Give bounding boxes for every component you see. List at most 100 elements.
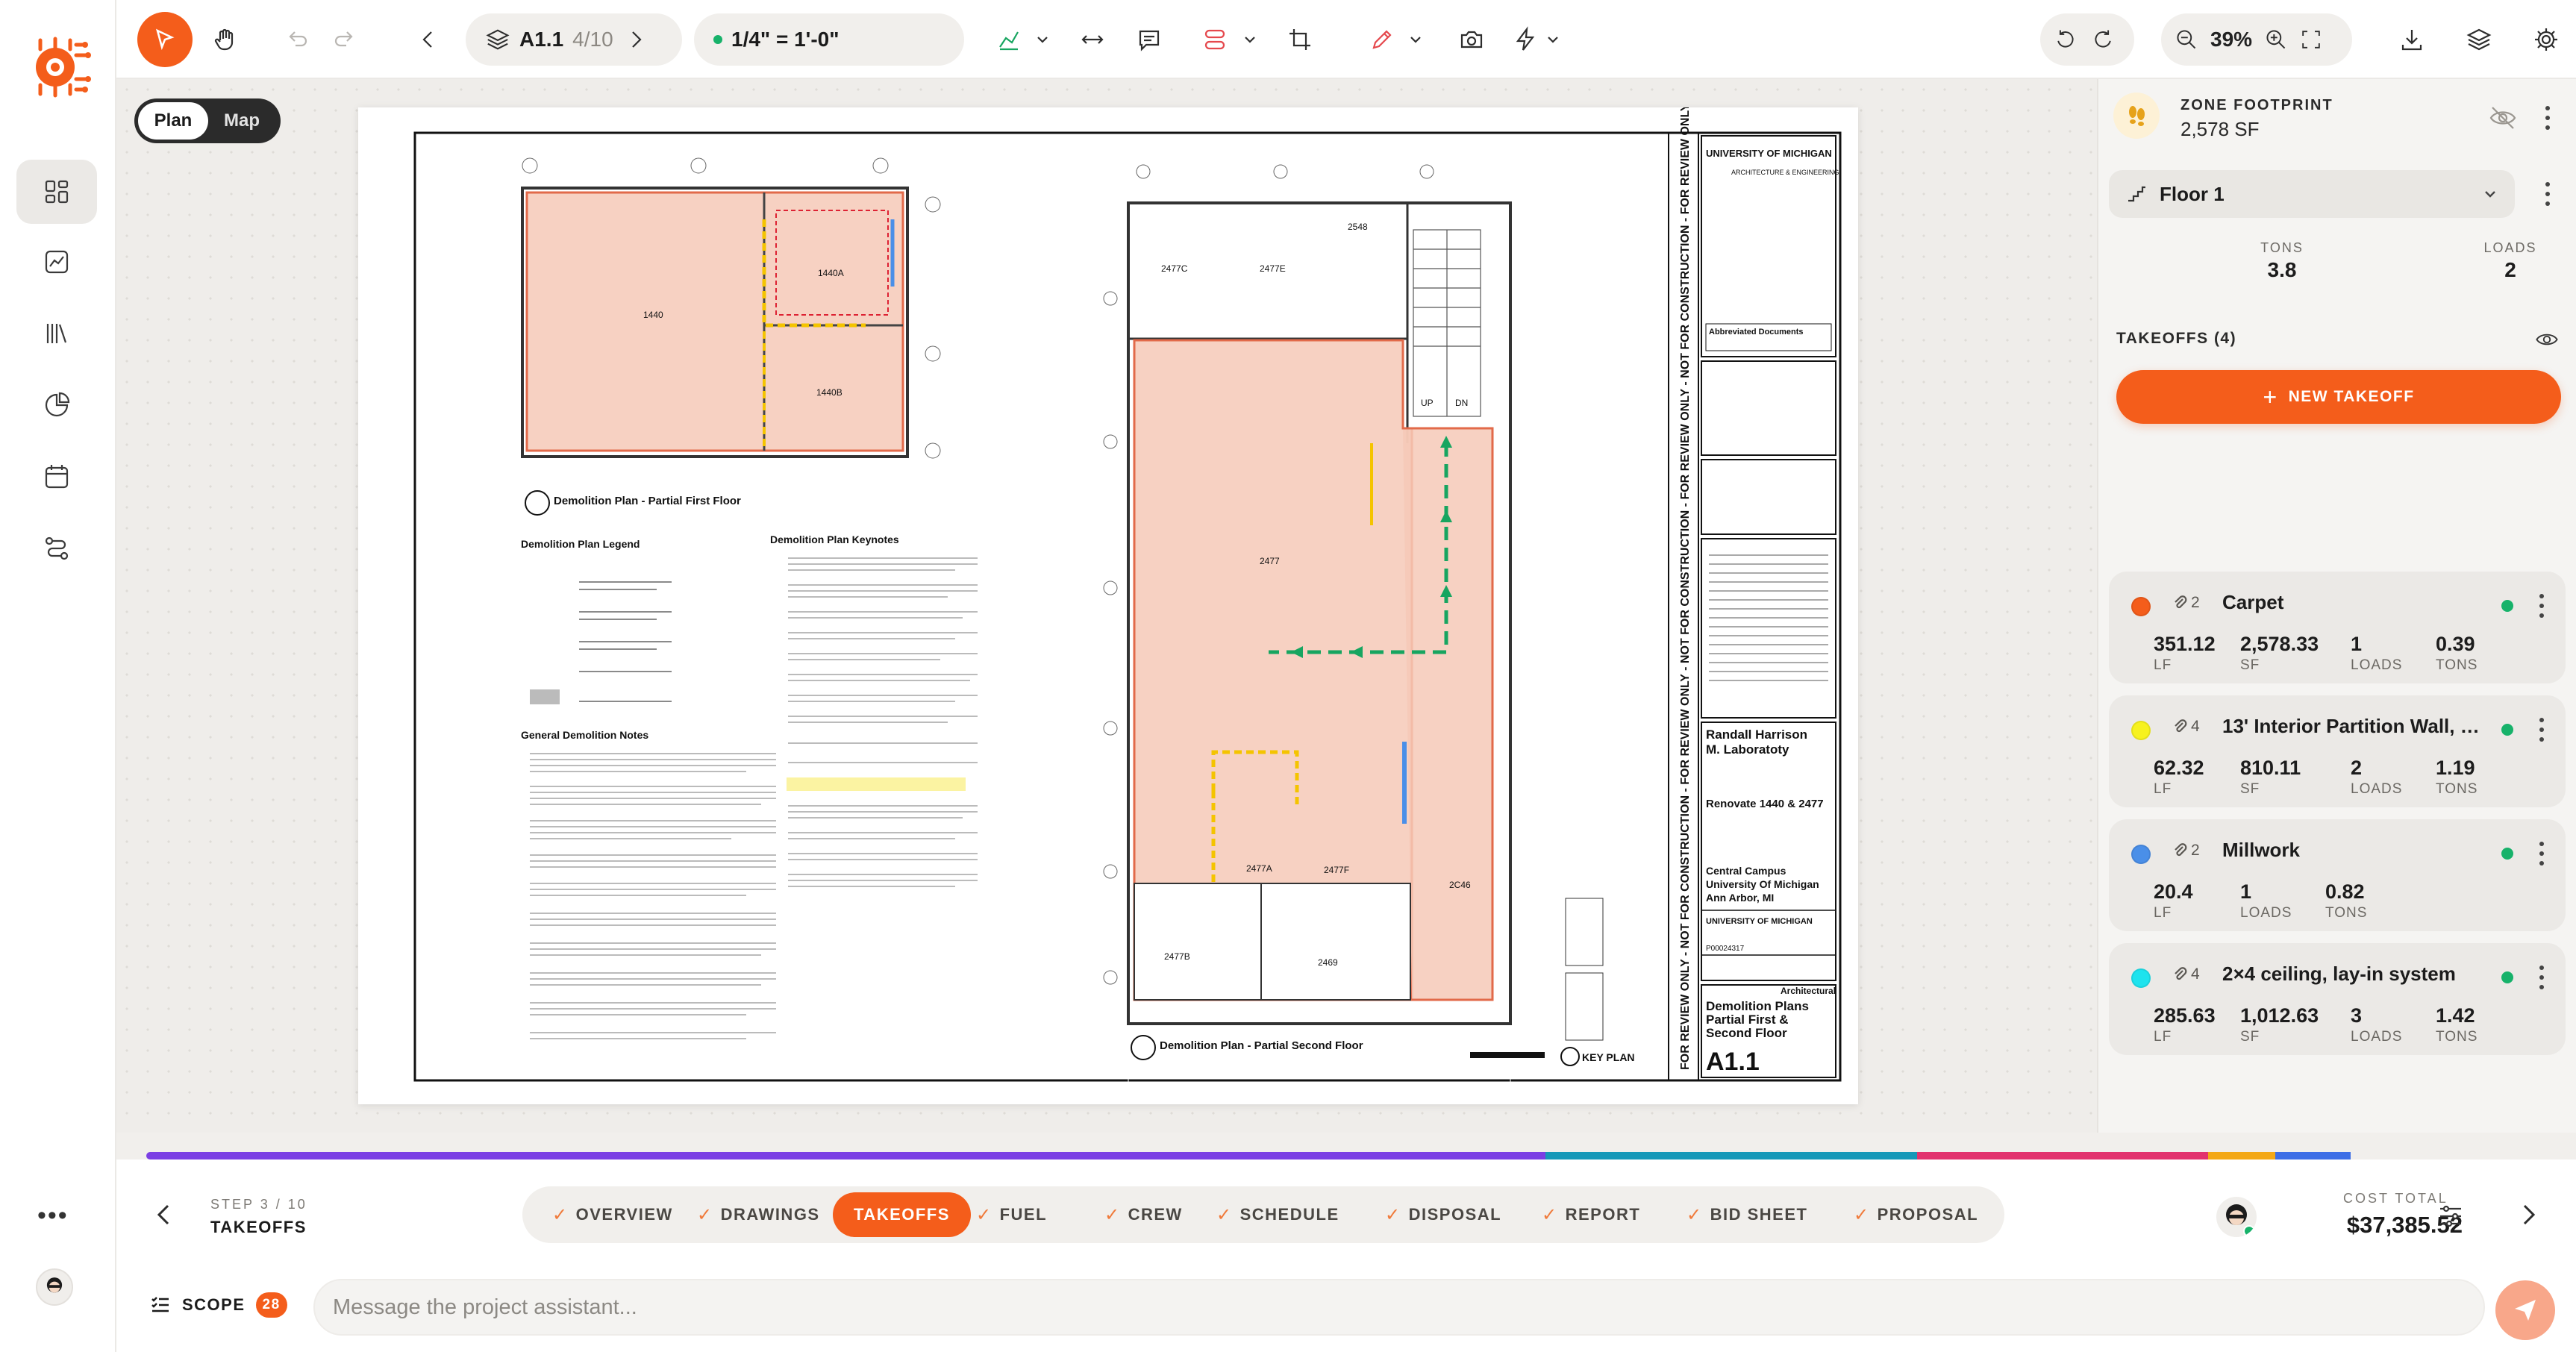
takeoff-metric: 3 LOADS (2351, 1004, 2402, 1045)
check-icon: ✓ (1104, 1204, 1121, 1225)
next-sheet-button[interactable] (621, 16, 651, 63)
send-message-button[interactable] (2495, 1280, 2555, 1340)
step-tab-disposal[interactable]: ✓ DISPOSAL (1385, 1192, 1501, 1237)
carpet-zone-first[interactable] (527, 193, 903, 451)
zoom-in-icon[interactable] (2264, 28, 2288, 51)
step-tab-crew[interactable]: ✓ CREW (1104, 1192, 1183, 1237)
layers-button[interactable] (2460, 16, 2498, 63)
zone-menu-button[interactable] (2543, 103, 2552, 133)
nav-dashboard[interactable] (16, 160, 97, 224)
measure-tool-button[interactable] (990, 16, 1028, 63)
nav-calendar[interactable] (16, 445, 97, 509)
fit-screen-icon[interactable] (2300, 28, 2322, 51)
dimension-tool-button[interactable] (1073, 16, 1112, 63)
renovate-label: Renovate 1440 & 2477 (1706, 798, 1824, 810)
nav-library[interactable] (16, 301, 97, 366)
takeoff-card[interactable]: 4 13' Interior Partition Wall, M... 62.32 L… (2109, 695, 2566, 807)
step-tab-drawings[interactable]: ✓ DRAWINGS (697, 1192, 820, 1237)
pan-tool-button[interactable] (204, 16, 246, 63)
drawing-sheet[interactable]: FOR REVIEW ONLY - NOT FOR CONSTRUCTION -… (358, 0, 1858, 1104)
step-tab-fuel[interactable]: ✓ FUEL (976, 1192, 1047, 1237)
crop-tool-button[interactable] (1281, 16, 1319, 63)
nav-reports[interactable] (16, 373, 97, 437)
link-tool-button[interactable] (1195, 16, 1234, 63)
metric-unit: SF (2240, 657, 2260, 673)
takeoff-attachments: 2 (2172, 594, 2200, 612)
toggle-takeoffs-visibility[interactable] (2534, 327, 2560, 352)
arrows-horizontal-icon (1081, 35, 1104, 44)
takeoff-menu-button[interactable] (2537, 715, 2546, 745)
comment-tool-button[interactable] (1130, 16, 1169, 63)
step-tab-bid-sheet[interactable]: ✓ BID SHEET (1686, 1192, 1807, 1237)
nav-estimates[interactable] (16, 230, 97, 294)
stairs (1413, 229, 1481, 417)
drawing-canvas[interactable]: Plan Map FOR REVIEW ONLY - NOT FOR CONST… (116, 0, 2097, 1133)
takeoff-menu-button[interactable] (2537, 591, 2546, 621)
takeoffs-header: TAKEOFFS (4) (2116, 330, 2237, 347)
step-tab-overview[interactable]: ✓ OVERVIEW (552, 1192, 673, 1237)
markup-pen-dropdown[interactable] (1404, 16, 1427, 63)
step-tab-takeoffs[interactable]: TAKEOFFS (833, 1192, 971, 1237)
takeoff-color-swatch[interactable] (2131, 968, 2151, 988)
step-tab-label: FUEL (999, 1205, 1048, 1224)
takeoff-color-swatch[interactable] (2131, 845, 2151, 864)
hide-zone-button[interactable] (2488, 103, 2518, 133)
prev-sheet-button[interactable] (413, 16, 443, 63)
settings-button[interactable] (2527, 16, 2566, 63)
plan-view-option[interactable]: Plan (138, 102, 208, 140)
cost-settings-button[interactable] (2436, 1201, 2466, 1231)
estimator-avatar[interactable] (2216, 1197, 2257, 1237)
redo-button[interactable] (324, 16, 366, 63)
takeoff-color-swatch[interactable] (2131, 721, 2151, 740)
scale-selector[interactable]: 1/4" = 1'-0" (694, 13, 964, 66)
assistant-message-input[interactable] (313, 1279, 2485, 1336)
keynote-highlight (787, 777, 966, 791)
current-step-name: TAKEOFFS (210, 1218, 307, 1236)
takeoff-menu-button[interactable] (2537, 963, 2546, 992)
key-plan-label: KEY PLAN (1582, 1051, 1635, 1063)
metric-value: 3 (2351, 1004, 2363, 1027)
step-tab-report[interactable]: ✓ REPORT (1542, 1192, 1640, 1237)
rotate-right-icon[interactable] (2091, 28, 2115, 51)
automation-button[interactable] (1506, 16, 1545, 63)
previous-step-button[interactable] (149, 1200, 179, 1230)
attachment-count: 4 (2191, 966, 2200, 983)
floor-menu-button[interactable] (2543, 179, 2552, 209)
new-takeoff-button[interactable]: + NEW TAKEOFF (2116, 370, 2561, 424)
takeoff-card[interactable]: 2 Millwork 20.4 LF 1 LOADS 0.82 TONS (2109, 819, 2566, 931)
takeoff-card[interactable]: 4 2×4 ceiling, lay-in system 285.63 LF 1,012… (2109, 943, 2566, 1055)
metric-unit: LOADS (2351, 1029, 2403, 1045)
download-button[interactable] (2392, 16, 2431, 63)
automation-dropdown[interactable] (1542, 16, 1564, 63)
takeoff-name: 2×4 ceiling, lay-in system (2222, 963, 2456, 985)
general-notes-title: General Demolition Notes (521, 729, 648, 741)
markup-pen-button[interactable] (1363, 16, 1401, 63)
rotate-left-icon[interactable] (2054, 28, 2078, 51)
step-counter: STEP 3 / 10 (210, 1197, 307, 1212)
select-tool-button[interactable] (137, 12, 193, 67)
room-1440a: 1440A (818, 268, 844, 278)
measure-tool-dropdown[interactable] (1031, 16, 1054, 63)
link-tool-dropdown[interactable] (1239, 16, 1261, 63)
user-avatar[interactable] (36, 1268, 73, 1306)
progress-segment (1545, 1152, 1917, 1159)
nav-workflows[interactable] (16, 516, 97, 580)
takeoff-metric: 20.4 LF (2154, 880, 2193, 921)
metric-value: 0.82 (2325, 880, 2365, 903)
scope-button[interactable]: SCOPE 28 (149, 1292, 287, 1318)
more-menu[interactable]: ••• (37, 1201, 69, 1230)
app-logo[interactable] (24, 33, 91, 100)
zoom-out-icon[interactable] (2175, 28, 2198, 51)
undo-button[interactable] (276, 16, 318, 63)
floor-select[interactable]: Floor 1 (2109, 170, 2515, 218)
step-tab-schedule[interactable]: ✓ SCHEDULE (1216, 1192, 1339, 1237)
step-tab-label: TAKEOFFS (854, 1205, 950, 1224)
map-view-option[interactable]: Map (208, 102, 275, 140)
scope-count-badge: 28 (255, 1292, 287, 1318)
next-step-button[interactable] (2513, 1200, 2543, 1230)
snapshot-button[interactable] (1452, 16, 1491, 63)
takeoff-menu-button[interactable] (2537, 839, 2546, 869)
step-tab-proposal[interactable]: ✓ PROPOSAL (1854, 1192, 1978, 1237)
takeoff-card[interactable]: 2 Carpet 351.12 LF 2,578.33 SF 1 LOADS 0.39 TONS (2109, 572, 2566, 683)
takeoff-color-swatch[interactable] (2131, 597, 2151, 616)
